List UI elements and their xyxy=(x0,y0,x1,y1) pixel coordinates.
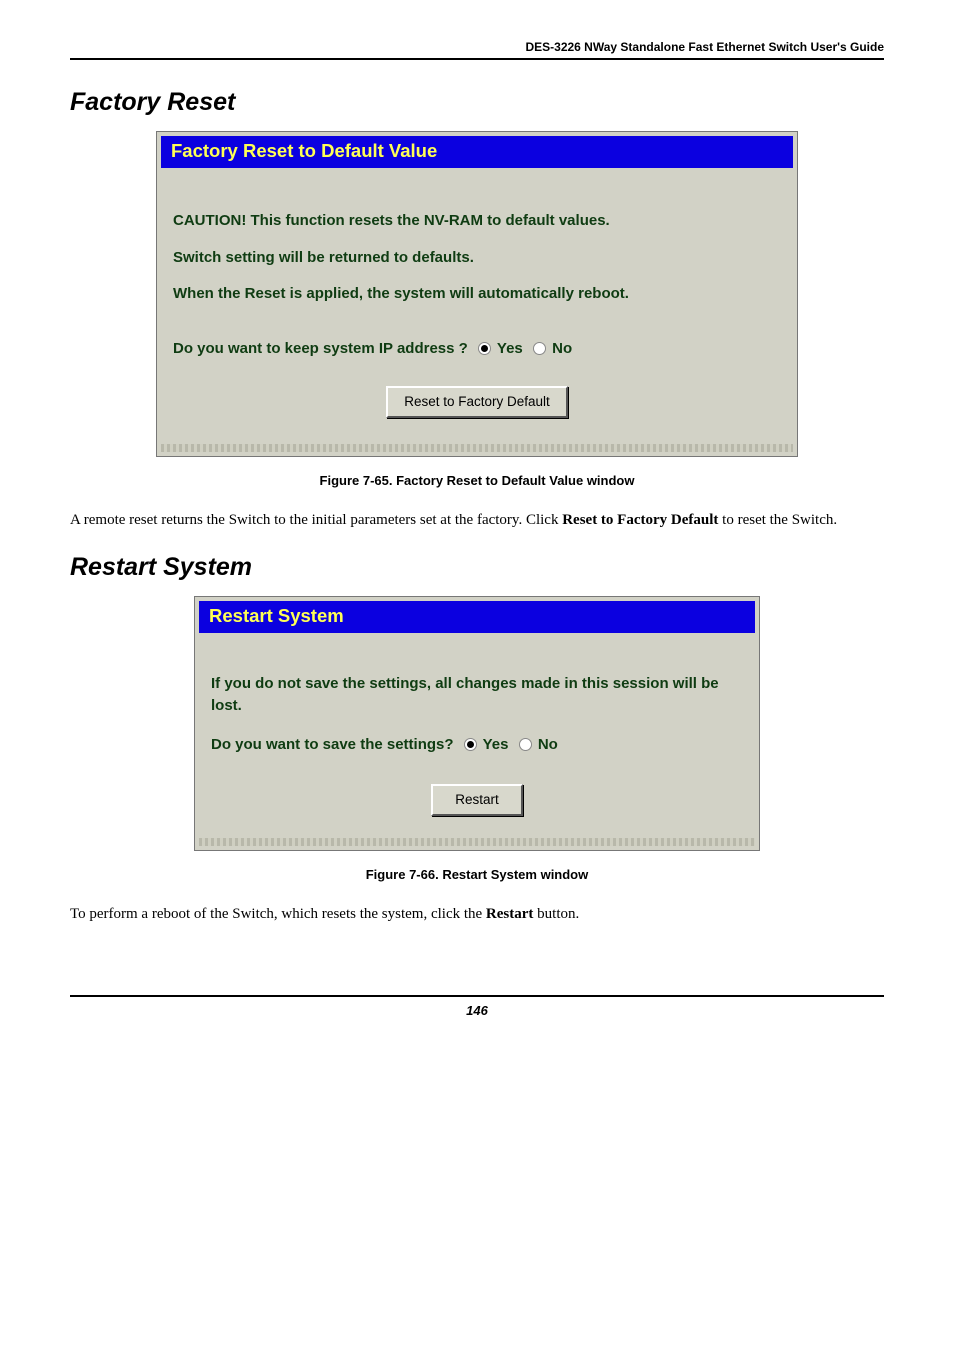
save-settings-radio-yes[interactable] xyxy=(464,738,477,751)
factory-reset-caution: CAUTION! This function resets the NV-RAM… xyxy=(173,210,781,233)
keep-ip-question: Do you want to keep system IP address ? xyxy=(173,340,468,357)
reset-to-factory-default-button[interactable]: Reset to Factory Default xyxy=(386,386,568,418)
restart-paragraph: To perform a reboot of the Switch, which… xyxy=(70,904,884,924)
para2-before: To perform a reboot of the Switch, which… xyxy=(70,906,486,922)
panel-decor-strip xyxy=(161,444,793,452)
restart-system-panel: Restart System If you do not save the se… xyxy=(194,596,760,852)
restart-button[interactable]: Restart xyxy=(431,784,523,816)
factory-reset-line3: When the Reset is applied, the system wi… xyxy=(173,283,781,306)
factory-reset-panel: Factory Reset to Default Value CAUTION! … xyxy=(156,131,798,457)
save-settings-radio-no[interactable] xyxy=(519,738,532,751)
keep-ip-yes-label: Yes xyxy=(497,340,523,357)
save-settings-question: Do you want to save the settings? xyxy=(211,736,454,753)
para1-bold: Reset to Factory Default xyxy=(562,512,718,528)
section-heading-restart-system: Restart System xyxy=(70,553,884,582)
para2-bold: Restart xyxy=(486,906,533,922)
factory-reset-panel-title: Factory Reset to Default Value xyxy=(161,136,793,168)
keep-ip-no-label: No xyxy=(552,340,572,357)
page-header: DES-3226 NWay Standalone Fast Ethernet S… xyxy=(70,40,884,60)
keep-ip-radio-no[interactable] xyxy=(533,342,546,355)
page-footer: 146 xyxy=(70,995,884,1018)
save-settings-row: Do you want to save the settings? Yes No xyxy=(211,734,743,757)
keep-ip-row: Do you want to keep system IP address ? … xyxy=(173,338,781,361)
para2-after: button. xyxy=(533,906,579,922)
figure-caption-7-66: Figure 7-66. Restart System window xyxy=(70,867,884,882)
keep-ip-radio-yes[interactable] xyxy=(478,342,491,355)
section-heading-factory-reset: Factory Reset xyxy=(70,88,884,117)
header-title: DES-3226 NWay Standalone Fast Ethernet S… xyxy=(70,40,884,54)
save-settings-no-label: No xyxy=(538,736,558,753)
figure-caption-7-65: Figure 7-65. Factory Reset to Default Va… xyxy=(70,473,884,488)
restart-warning: If you do not save the settings, all cha… xyxy=(211,673,743,718)
factory-reset-paragraph: A remote reset returns the Switch to the… xyxy=(70,510,884,530)
para1-after: to reset the Switch. xyxy=(718,512,837,528)
page-number: 146 xyxy=(466,1003,488,1018)
panel-decor-strip-2 xyxy=(199,838,755,846)
save-settings-yes-label: Yes xyxy=(483,736,509,753)
factory-reset-line2: Switch setting will be returned to defau… xyxy=(173,247,781,270)
restart-system-panel-title: Restart System xyxy=(199,601,755,633)
para1-before: A remote reset returns the Switch to the… xyxy=(70,512,562,528)
